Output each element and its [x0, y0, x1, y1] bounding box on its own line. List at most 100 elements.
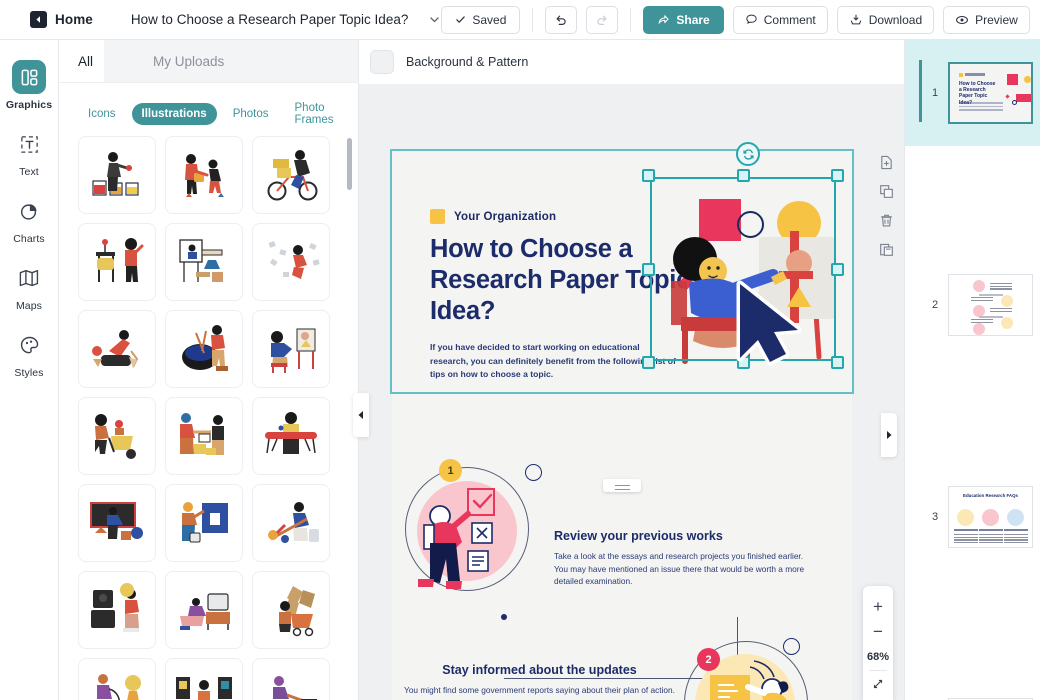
panel-scrollbar[interactable]: [347, 138, 352, 693]
step-illustration-1: [418, 488, 495, 589]
filter-illustrations[interactable]: Illustrations: [131, 103, 217, 125]
zoom-percent-label: 68%: [866, 651, 890, 663]
illustration-thumb[interactable]: [165, 397, 243, 475]
canvas-stage[interactable]: Your Organization How to Choose a Resear…: [359, 85, 904, 700]
sidebar-item-styles[interactable]: Styles: [0, 328, 59, 379]
slide-item-1[interactable]: 1 How to Choose a Research Paper Topic I…: [905, 40, 1040, 146]
sidebar-item-graphics[interactable]: Graphics: [0, 60, 59, 111]
fit-screen-button[interactable]: [863, 671, 893, 696]
illustration-thumb[interactable]: [78, 397, 156, 475]
illustration-thumb[interactable]: [252, 397, 330, 475]
asset-type-filters: Icons Illustrations Photos Photo Frames: [59, 83, 358, 137]
assets-panel: All My Uploads Icons Illustrations Photo…: [59, 40, 359, 700]
step-heading-2: Stay informed about the updates: [442, 663, 637, 677]
illustration-thumb[interactable]: [252, 136, 330, 214]
toolbar-divider: [532, 7, 534, 32]
slide-number-3: 3: [932, 511, 939, 523]
step-heading-1: Review your previous works: [554, 529, 723, 543]
paste-icon[interactable]: [879, 242, 894, 257]
step-body-1: Take a look at the essays and research p…: [554, 551, 805, 587]
comment-button[interactable]: Comment: [732, 5, 828, 34]
zoom-in-button[interactable]: +: [863, 594, 893, 619]
zoom-out-button[interactable]: −: [863, 619, 893, 644]
left-rail: Graphics Text Charts Maps Styles: [0, 40, 59, 700]
add-page-icon[interactable]: [879, 155, 894, 170]
top-toolbar: Home How to Choose a Research Paper Topi…: [0, 0, 1040, 40]
preview-button[interactable]: Preview: [943, 5, 1030, 34]
illustration-thumb[interactable]: [78, 484, 156, 562]
illustration-thumb[interactable]: [165, 310, 243, 388]
delete-icon[interactable]: [879, 213, 894, 228]
slide-thumbnail-1[interactable]: How to Choose a Research Paper Topic Ide…: [948, 62, 1033, 124]
share-button[interactable]: Share: [643, 5, 724, 34]
slide-subtitle[interactable]: If you have decided to start working on …: [430, 341, 680, 382]
illustration-thumb[interactable]: [78, 223, 156, 301]
sidebar-label-text: Text: [19, 166, 39, 178]
chevron-down-icon[interactable]: [428, 13, 441, 26]
illustration-thumb[interactable]: [252, 571, 330, 649]
slides-panel: 1 How to Choose a Research Paper Topic I…: [904, 40, 1040, 700]
document-title[interactable]: How to Choose a Research Paper Topic Ide…: [131, 12, 408, 27]
back-arrow-icon: [30, 11, 47, 28]
tab-my-uploads[interactable]: My Uploads: [104, 40, 358, 82]
slide-resize-grip[interactable]: [603, 479, 641, 492]
thumb-title-3: Education Research FAQs: [963, 493, 1018, 498]
saved-status-button[interactable]: Saved: [441, 5, 521, 34]
hero-illustration[interactable]: [647, 171, 852, 386]
sidebar-label-maps: Maps: [15, 300, 43, 312]
canvas-area: Background & Pattern Your Organization H…: [359, 40, 904, 700]
styles-icon: [12, 328, 46, 362]
home-button[interactable]: Home: [30, 11, 93, 28]
illustration-thumb[interactable]: [252, 484, 330, 562]
graphics-icon: [12, 60, 46, 94]
illustration-thumb[interactable]: [78, 658, 156, 700]
connector-dot-1: [501, 614, 507, 620]
step-text-2: Stay informed about the updates You migh…: [402, 663, 677, 700]
toolbar-divider: [630, 7, 632, 32]
sidebar-item-charts[interactable]: Charts: [0, 194, 59, 245]
preview-label: Preview: [975, 12, 1018, 27]
step-text-1: Review your previous works Take a look a…: [554, 529, 809, 588]
download-button[interactable]: Download: [836, 5, 935, 34]
share-label: Share: [676, 12, 710, 27]
rotate-handle[interactable]: [736, 142, 760, 166]
illustration-thumb[interactable]: [78, 310, 156, 388]
background-pattern-label: Background & Pattern: [406, 55, 529, 69]
duplicate-icon[interactable]: [879, 184, 894, 199]
illustration-thumb[interactable]: [165, 571, 243, 649]
illustration-thumb[interactable]: [252, 658, 330, 700]
maps-icon: [12, 261, 46, 295]
filter-icons[interactable]: Icons: [78, 103, 126, 125]
illustration-thumb[interactable]: [165, 223, 243, 301]
organization-swatch: [430, 209, 445, 224]
illustration-thumb[interactable]: [165, 484, 243, 562]
slide-item-2[interactable]: 2: [905, 252, 1040, 358]
redo-button[interactable]: [586, 5, 619, 34]
collapse-right-panel-button[interactable]: [881, 413, 897, 457]
undo-button[interactable]: [545, 5, 578, 34]
illustration-thumb[interactable]: [78, 136, 156, 214]
comment-label: Comment: [763, 12, 816, 27]
organization-label: Your Organization: [454, 210, 557, 223]
background-swatch[interactable]: [370, 50, 394, 74]
slide-thumbnail-3[interactable]: Education Research FAQs: [948, 486, 1033, 548]
illustration-thumb[interactable]: [252, 310, 330, 388]
slide-canvas[interactable]: Your Organization How to Choose a Resear…: [392, 151, 852, 700]
illustration-thumb[interactable]: [165, 658, 243, 700]
step-decor-ring-1: [525, 464, 542, 481]
filter-photo-frames[interactable]: Photo Frames: [285, 97, 359, 131]
sidebar-label-charts: Charts: [13, 233, 45, 245]
background-pattern-bar: Background & Pattern: [359, 40, 904, 85]
filter-photos[interactable]: Photos: [223, 103, 279, 125]
slide-item-4[interactable]: 4: [905, 676, 1040, 700]
sidebar-item-text[interactable]: Text: [0, 127, 59, 178]
illustration-thumb[interactable]: [252, 223, 330, 301]
sidebar-item-maps[interactable]: Maps: [0, 261, 59, 312]
organization-tag: Your Organization: [430, 209, 556, 224]
collapse-left-panel-button[interactable]: [353, 393, 369, 437]
tab-all[interactable]: All: [59, 40, 104, 82]
slide-thumbnail-2[interactable]: [948, 274, 1033, 336]
illustration-thumb[interactable]: [78, 571, 156, 649]
illustration-thumb[interactable]: [165, 136, 243, 214]
slide-item-3[interactable]: 3 Education Research FAQs: [905, 464, 1040, 570]
